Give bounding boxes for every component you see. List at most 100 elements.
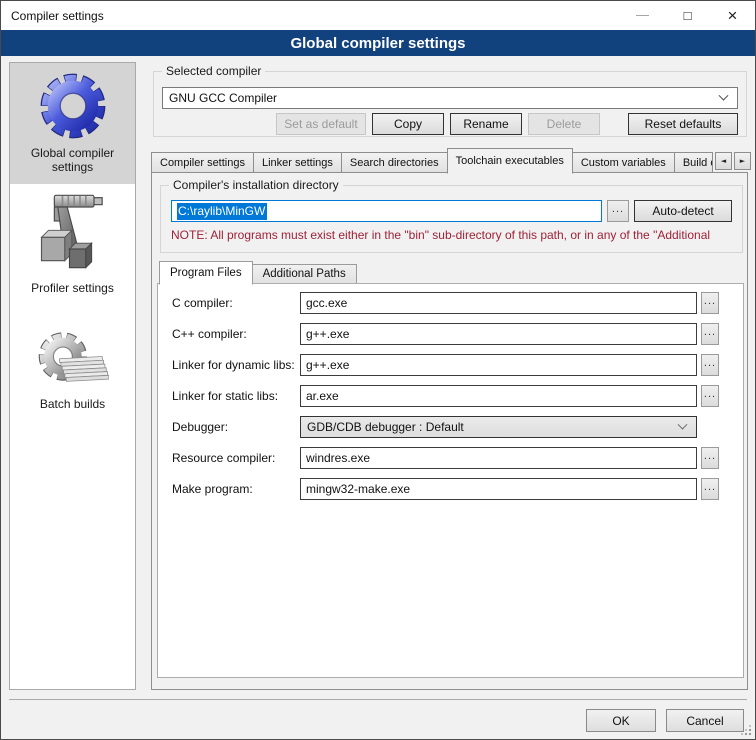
subtab-additional-paths[interactable]: Additional Paths (252, 264, 357, 284)
tab-linker-settings[interactable]: Linker settings (253, 152, 342, 173)
reset-defaults-button[interactable]: Reset defaults (628, 113, 738, 135)
install-dir-selected-text: C:\raylib\MinGW (177, 203, 267, 220)
maximize-button[interactable]: □ (665, 1, 710, 30)
tab-build-options[interactable]: Build options (674, 152, 713, 173)
install-dir-browse-button[interactable]: ... (607, 200, 629, 222)
resize-grip-icon[interactable] (739, 723, 751, 735)
chevron-down-icon (678, 419, 688, 429)
sidebar-item-label: Global compiler settings (10, 146, 135, 174)
ellipsis-icon: ... (704, 357, 716, 369)
ellipsis-icon: ... (704, 450, 716, 462)
installation-directory-group: Compiler's installation directory C:\ray… (160, 185, 743, 253)
ellipsis-icon: ... (704, 481, 716, 493)
resource-compiler-input[interactable]: windres.exe (300, 447, 697, 469)
installation-directory-row: C:\raylib\MinGW ... Auto-detect (171, 200, 732, 222)
maximize-icon: □ (684, 9, 692, 22)
compiler-select[interactable]: GNU GCC Compiler (162, 87, 738, 109)
field-label: Linker for dynamic libs: (172, 358, 300, 372)
footer-divider (9, 699, 747, 700)
cpp-compiler-input[interactable]: g++.exe (300, 323, 697, 345)
sidebar-item-label: Batch builds (36, 397, 109, 411)
close-button[interactable]: × (710, 1, 755, 30)
field-value: windres.exe (306, 451, 370, 465)
browse-button[interactable]: ... (701, 447, 719, 469)
arrow-left-icon: ◄ (721, 157, 726, 165)
auto-detect-button[interactable]: Auto-detect (634, 200, 732, 222)
compiler-select-value: GNU GCC Compiler (169, 91, 277, 105)
tab-custom-variables[interactable]: Custom variables (572, 152, 675, 173)
installation-note: NOTE: All programs must exist either in … (171, 228, 741, 242)
window-title: Compiler settings (11, 9, 104, 23)
field-row-c-compiler: C compiler: gcc.exe ... (172, 292, 719, 314)
set-as-default-button[interactable]: Set as default (276, 113, 366, 135)
field-label: C compiler: (172, 296, 300, 310)
field-value: g++.exe (306, 327, 349, 341)
sidebar-item-batch-builds[interactable]: Batch builds (10, 329, 135, 411)
field-label: Linker for static libs: (172, 389, 300, 403)
ellipsis-icon: ... (704, 326, 716, 338)
tab-toolchain-executables[interactable]: Toolchain executables (447, 148, 573, 174)
field-value: gcc.exe (306, 296, 347, 310)
static-linker-input[interactable]: ar.exe (300, 385, 697, 407)
field-row-debugger: Debugger: GDB/CDB debugger : Default (172, 416, 719, 438)
sidebar-item-label: Profiler settings (27, 281, 118, 295)
copy-button[interactable]: Copy (372, 113, 444, 135)
titlebar: Compiler settings — □ × (1, 1, 755, 30)
sidebar-item-global-compiler-settings[interactable]: Global compiler settings (10, 63, 135, 184)
field-label: Debugger: (172, 420, 300, 434)
caption-buttons: — □ × (620, 1, 755, 30)
field-label: C++ compiler: (172, 327, 300, 341)
browse-button[interactable]: ... (701, 385, 719, 407)
tab-scroll-left-button[interactable]: ◄ (715, 152, 732, 170)
ellipsis-icon: ... (612, 203, 624, 215)
tab-scroll-arrows: ◄ ► (715, 152, 751, 170)
field-row-dynamic-linker: Linker for dynamic libs: g++.exe ... (172, 354, 719, 376)
field-label: Make program: (172, 482, 300, 496)
browse-button[interactable]: ... (701, 354, 719, 376)
browse-button[interactable]: ... (701, 292, 719, 314)
tab-search-directories[interactable]: Search directories (341, 152, 448, 173)
field-value: ar.exe (306, 389, 339, 403)
batch-gear-icon (37, 329, 109, 393)
settings-tabs: Compiler settings Linker settings Search… (151, 148, 751, 173)
arrow-right-icon: ► (740, 157, 745, 165)
field-row-make-program: Make program: mingw32-make.exe ... (172, 478, 719, 500)
field-value: g++.exe (306, 358, 349, 372)
make-program-input[interactable]: mingw32-make.exe (300, 478, 697, 500)
page-title: Global compiler settings (290, 35, 465, 52)
dynamic-linker-input[interactable]: g++.exe (300, 354, 697, 376)
group-label-selected-compiler: Selected compiler (162, 64, 265, 78)
debugger-select[interactable]: GDB/CDB debugger : Default (300, 416, 697, 438)
field-row-cpp-compiler: C++ compiler: g++.exe ... (172, 323, 719, 345)
dialog-banner: Global compiler settings (1, 30, 755, 56)
sidebar-item-profiler-settings[interactable]: Profiler settings (10, 193, 135, 295)
tab-scroll-right-button[interactable]: ► (734, 152, 751, 170)
minimize-icon: — (636, 8, 649, 21)
toolchain-executables-page: Compiler's installation directory C:\ray… (151, 172, 748, 690)
c-compiler-input[interactable]: gcc.exe (300, 292, 697, 314)
debugger-select-value: GDB/CDB debugger : Default (307, 420, 464, 434)
chevron-down-icon (719, 90, 729, 100)
minimize-button[interactable]: — (620, 1, 665, 30)
subtab-program-files[interactable]: Program Files (159, 261, 253, 285)
caliper-icon (37, 193, 109, 277)
field-label: Resource compiler: (172, 451, 300, 465)
selected-compiler-group: Selected compiler GNU GCC Compiler Set a… (153, 71, 747, 137)
blue-gear-icon (36, 70, 110, 142)
tab-compiler-settings[interactable]: Compiler settings (151, 152, 254, 173)
field-row-resource-compiler: Resource compiler: windres.exe ... (172, 447, 719, 469)
close-icon: × (728, 7, 738, 24)
browse-button[interactable]: ... (701, 323, 719, 345)
ellipsis-icon: ... (704, 388, 716, 400)
rename-button[interactable]: Rename (450, 113, 522, 135)
field-row-static-linker: Linker for static libs: ar.exe ... (172, 385, 719, 407)
group-label-installation-directory: Compiler's installation directory (169, 178, 343, 192)
program-files-panel: C compiler: gcc.exe ... C++ compiler: g+… (157, 283, 744, 678)
ok-button[interactable]: OK (586, 709, 656, 732)
compiler-buttons-row: Set as default Copy Rename Delete Reset … (162, 113, 738, 135)
browse-button[interactable]: ... (701, 478, 719, 500)
delete-button[interactable]: Delete (528, 113, 600, 135)
install-dir-input[interactable]: C:\raylib\MinGW (171, 200, 602, 222)
cancel-button[interactable]: Cancel (666, 709, 744, 732)
field-value: mingw32-make.exe (306, 482, 410, 496)
